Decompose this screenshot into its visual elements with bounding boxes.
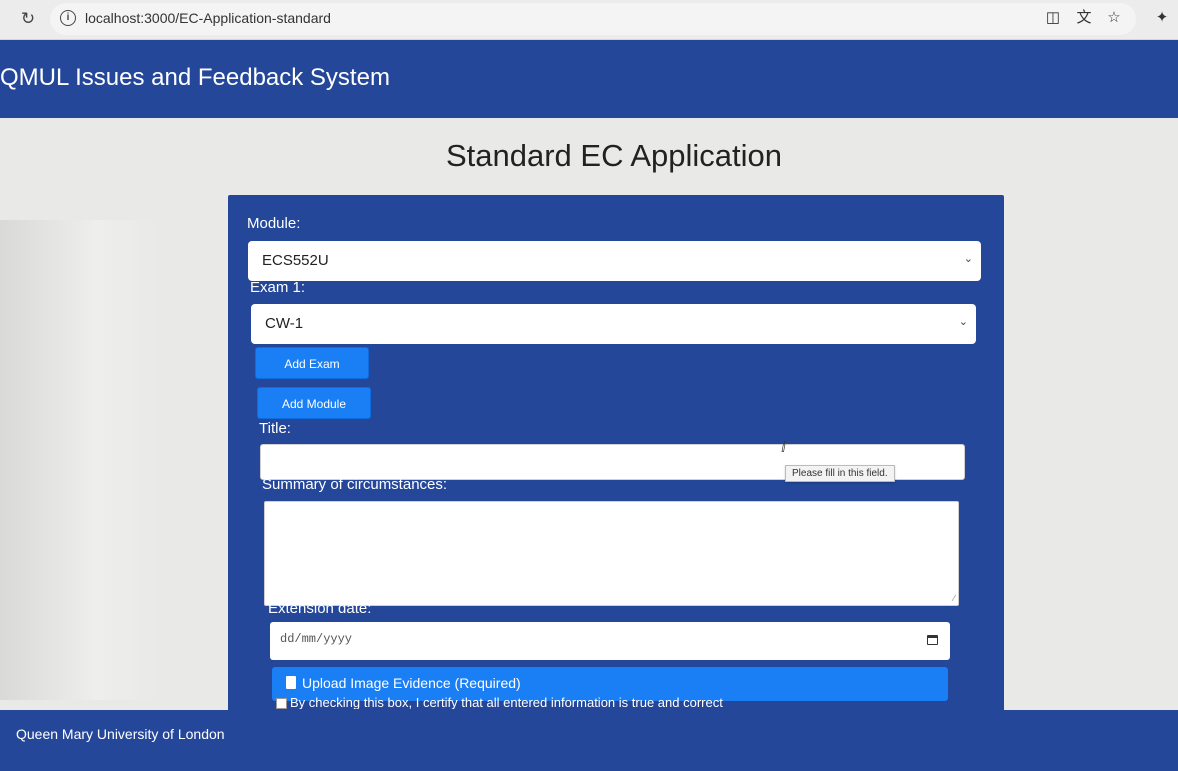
calendar-icon[interactable] bbox=[927, 635, 938, 645]
text-cursor-icon: ⅈ bbox=[781, 439, 786, 455]
extensions-icon[interactable]: ✦ bbox=[1152, 8, 1172, 28]
exam-select[interactable]: CW-1 ⌄ bbox=[251, 304, 976, 344]
footer-text: Queen Mary University of London bbox=[16, 726, 225, 742]
app-title[interactable]: QMUL Issues and Feedback System bbox=[0, 64, 390, 92]
reload-icon[interactable]: ↻ bbox=[18, 9, 38, 29]
upload-evidence-label: Upload Image Evidence (Required) bbox=[302, 675, 521, 691]
footer: Queen Mary University of London bbox=[0, 710, 1178, 771]
validation-tooltip: Please fill in this field. bbox=[785, 465, 895, 482]
resize-handle-icon[interactable]: ∕ bbox=[953, 593, 955, 603]
add-exam-button[interactable]: Add Exam bbox=[255, 347, 369, 379]
certify-checkbox[interactable] bbox=[276, 698, 287, 709]
background-glare bbox=[0, 220, 160, 700]
certify-label: By checking this box, I certify that all… bbox=[290, 697, 723, 709]
module-select-value: ECS552U bbox=[262, 252, 329, 269]
chevron-down-icon: ⌄ bbox=[963, 253, 973, 265]
summary-label: Summary of circumstances: bbox=[262, 476, 448, 493]
app-header: QMUL Issues and Feedback System bbox=[0, 40, 1178, 118]
extension-date-input[interactable]: dd/mm/yyyy bbox=[270, 622, 950, 660]
certify-row: By checking this box, I certify that all… bbox=[276, 697, 956, 709]
address-bar[interactable]: i localhost:3000/EC-Application-standard bbox=[50, 3, 1136, 35]
title-label: Title: bbox=[259, 420, 291, 437]
summary-textarea[interactable]: ∕ bbox=[264, 501, 959, 606]
exam-select-value: CW-1 bbox=[265, 315, 304, 332]
url-text[interactable]: localhost:3000/EC-Application-standard bbox=[85, 10, 331, 26]
page-title: Standard EC Application bbox=[445, 138, 783, 173]
chevron-down-icon: ⌄ bbox=[958, 316, 968, 328]
exam-label: Exam 1: bbox=[250, 279, 306, 296]
browser-toolbar: ↻ i localhost:3000/EC-Application-standa… bbox=[0, 0, 1178, 40]
add-module-button[interactable]: Add Module bbox=[257, 387, 371, 419]
module-select[interactable]: ECS552U ⌄ bbox=[248, 241, 981, 281]
date-placeholder: dd/mm/yyyy bbox=[280, 632, 353, 646]
file-upload-icon bbox=[286, 676, 296, 689]
module-label: Module: bbox=[247, 215, 301, 232]
extension-date-label: Extension date: bbox=[268, 600, 372, 617]
site-info-icon[interactable]: i bbox=[60, 10, 76, 26]
translate-icon[interactable]: 文 bbox=[1074, 8, 1094, 28]
install-app-icon[interactable]: ◫ bbox=[1043, 8, 1063, 28]
upload-evidence-button[interactable]: Upload Image Evidence (Required) bbox=[272, 667, 948, 701]
bookmark-star-icon[interactable]: ☆ bbox=[1104, 8, 1124, 28]
